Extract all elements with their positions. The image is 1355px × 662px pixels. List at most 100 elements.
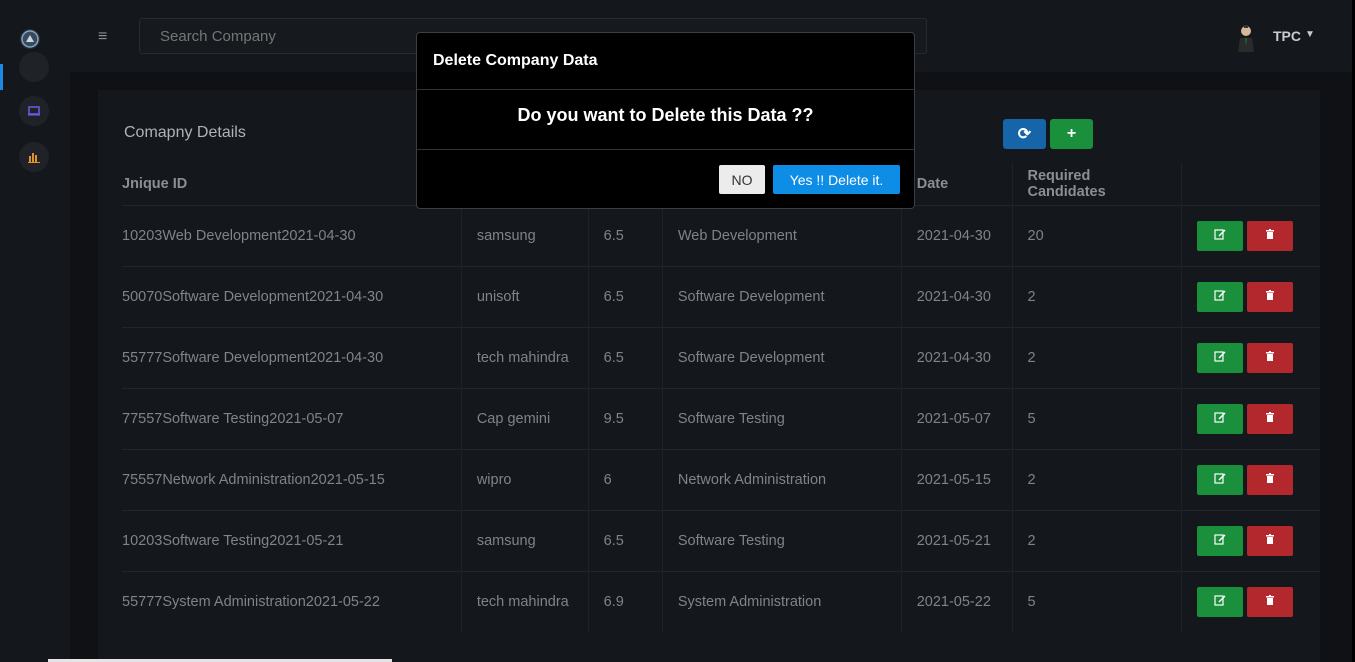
cell-actions	[1181, 449, 1320, 511]
trash-icon	[1264, 594, 1276, 610]
cell-company: unisoft	[461, 266, 589, 328]
cell-company: Cap gemini	[461, 388, 589, 450]
delete-button[interactable]	[1247, 465, 1294, 495]
table-row: 55777Software Development2021-04-30 tech …	[122, 327, 1320, 389]
table-row: 55777System Administration2021-05-22 tech…	[122, 571, 1320, 632]
modal-divider	[417, 149, 914, 150]
modal-divider	[417, 89, 914, 90]
column-header-actions	[1182, 163, 1320, 206]
company-table: Jnique ID Date Required Candidates 10203…	[122, 163, 1320, 632]
delete-button[interactable]	[1247, 282, 1294, 312]
user-name[interactable]: TPC	[1273, 28, 1301, 44]
cell-actions	[1181, 571, 1320, 632]
delete-confirm-modal: Delete Company Data Do you want to Delet…	[416, 32, 915, 209]
table-row: 10203Web Development2021-04-30 samsung 6.5…	[122, 205, 1320, 267]
cell-date: 2021-05-15	[901, 449, 1013, 511]
cell-package: 6.5	[588, 205, 663, 267]
modal-title: Delete Company Data	[433, 52, 598, 69]
laptop-icon	[28, 106, 40, 116]
edit-icon	[1214, 594, 1226, 610]
delete-button[interactable]	[1247, 526, 1294, 556]
sidebar-item-home[interactable]	[19, 52, 49, 82]
edit-icon	[1214, 228, 1226, 244]
edit-button[interactable]	[1197, 404, 1244, 434]
edit-button[interactable]	[1197, 465, 1244, 495]
table-row: 75557Network Administration2021-05-15 wip…	[122, 449, 1320, 511]
cell-actions	[1181, 266, 1320, 328]
edit-button[interactable]	[1197, 587, 1244, 617]
cell-date: 2021-04-30	[901, 205, 1013, 267]
refresh-icon: ⟳	[1017, 126, 1032, 143]
sidebar-item-chart[interactable]	[19, 142, 49, 172]
sidebar-active-indicator	[0, 64, 3, 90]
cell-role: Software Development	[662, 266, 902, 328]
cell-unique-id: 75557Network Administration2021-05-15	[122, 449, 462, 511]
trash-icon	[1264, 411, 1276, 427]
refresh-button[interactable]: ⟳	[1003, 119, 1046, 149]
cell-unique-id: 77557Software Testing2021-05-07	[122, 388, 462, 450]
plus-icon: +	[1066, 125, 1077, 142]
edit-icon	[1214, 411, 1226, 427]
cell-company: samsung	[461, 510, 589, 572]
table-row: 10203Software Testing2021-05-21 samsung 6.…	[122, 510, 1320, 572]
trash-icon	[1264, 472, 1276, 488]
edit-icon	[1214, 472, 1226, 488]
row-actions	[1197, 343, 1294, 373]
cell-unique-id: 55777Software Development2021-04-30	[122, 327, 462, 389]
edit-button[interactable]	[1197, 526, 1244, 556]
cell-role: Software Development	[662, 327, 902, 389]
cell-date: 2021-04-30	[901, 266, 1013, 328]
column-header-unique-id: Jnique ID	[122, 163, 462, 206]
cell-package: 6.5	[588, 327, 663, 389]
cell-role: Network Administration	[662, 449, 902, 511]
chevron-down-icon[interactable]: ▼	[1305, 29, 1315, 40]
edit-button[interactable]	[1197, 221, 1244, 251]
cell-role: Software Testing	[662, 388, 902, 450]
cell-company: samsung	[461, 205, 589, 267]
hamburger-menu-icon[interactable]: ≡	[98, 28, 107, 46]
delete-button[interactable]	[1247, 343, 1294, 373]
cell-package: 9.5	[588, 388, 663, 450]
add-company-button[interactable]: +	[1050, 119, 1093, 149]
sidebar	[0, 0, 70, 662]
trash-icon	[1264, 350, 1276, 366]
no-button[interactable]: NO	[719, 165, 765, 194]
app-logo-icon[interactable]	[20, 29, 40, 49]
delete-button[interactable]	[1247, 221, 1294, 251]
cell-company: tech mahindra	[461, 571, 589, 632]
cell-actions	[1181, 388, 1320, 450]
modal-message: Do you want to Delete this Data ??	[517, 105, 814, 125]
cell-required-candidates: 20	[1012, 205, 1183, 267]
cell-role: Web Development	[662, 205, 902, 267]
cell-date: 2021-05-07	[901, 388, 1013, 450]
cell-required-candidates: 5	[1012, 571, 1183, 632]
cell-date: 2021-05-21	[901, 510, 1013, 572]
delete-button[interactable]	[1247, 404, 1294, 434]
card-title: Comapny Details	[124, 124, 246, 141]
edit-icon	[1214, 350, 1226, 366]
trash-icon	[1264, 289, 1276, 305]
edit-icon	[1214, 289, 1226, 305]
cell-date: 2021-04-30	[901, 327, 1013, 389]
cell-package: 6.9	[588, 571, 663, 632]
edit-button[interactable]	[1197, 343, 1244, 373]
edit-button[interactable]	[1197, 282, 1244, 312]
cell-unique-id: 50070Software Development2021-04-30	[122, 266, 462, 328]
cell-company: tech mahindra	[461, 327, 589, 389]
column-header-date: Date	[901, 163, 1013, 206]
delete-button[interactable]	[1247, 587, 1294, 617]
cell-required-candidates: 2	[1012, 449, 1183, 511]
row-actions	[1197, 221, 1294, 251]
avatar[interactable]	[1234, 24, 1258, 52]
row-actions	[1197, 465, 1294, 495]
confirm-delete-button[interactable]: Yes !! Delete it.	[773, 165, 900, 194]
row-actions	[1197, 526, 1294, 556]
table-row: 77557Software Testing2021-05-07 Cap gemin…	[122, 388, 1320, 450]
cell-actions	[1181, 510, 1320, 572]
cell-required-candidates: 2	[1012, 327, 1183, 389]
cell-role: Software Testing	[662, 510, 902, 572]
trash-icon	[1264, 228, 1276, 244]
cell-package: 6.5	[588, 510, 663, 572]
cell-actions	[1181, 205, 1320, 267]
sidebar-item-laptop[interactable]	[19, 96, 49, 126]
